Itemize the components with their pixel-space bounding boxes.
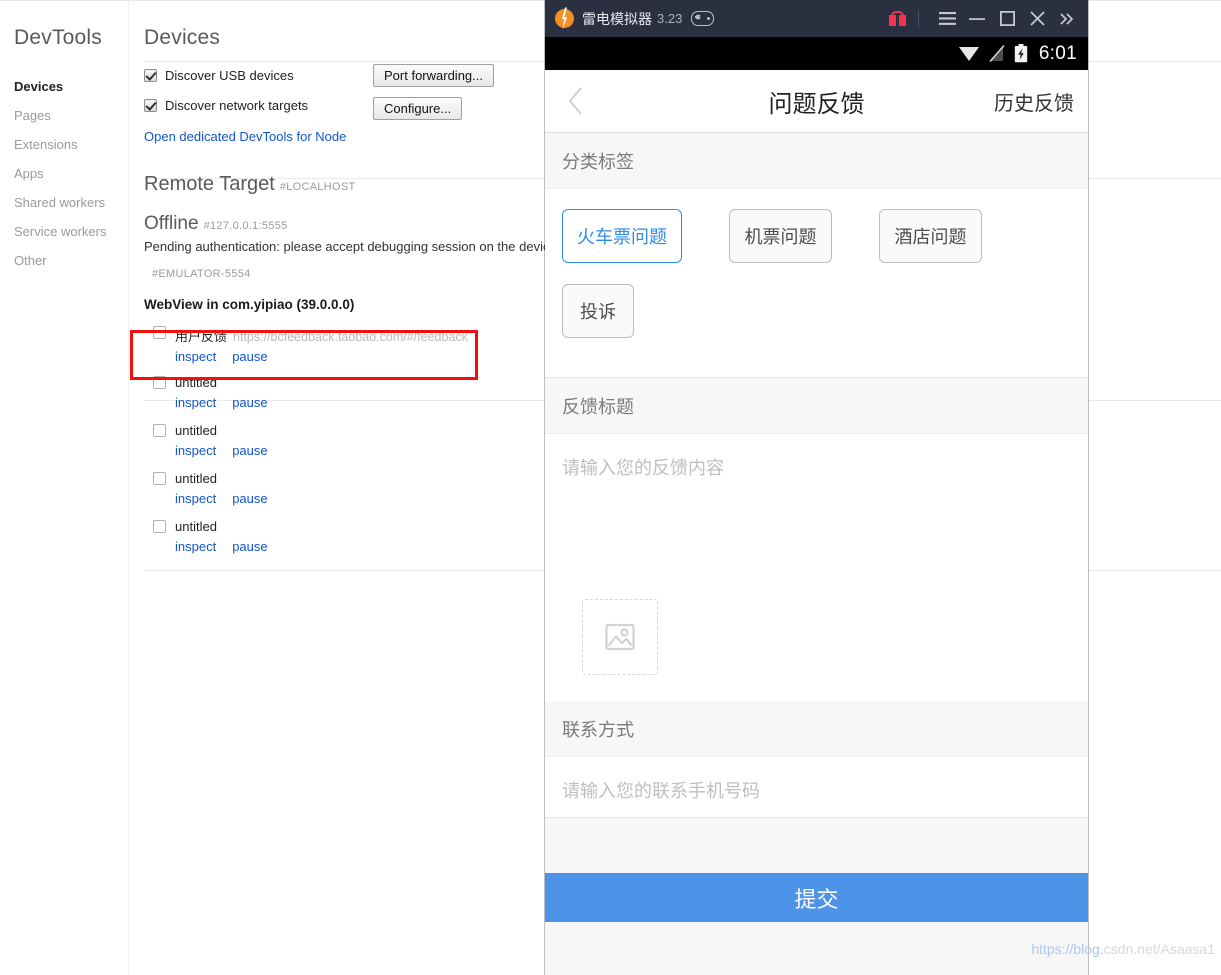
image-upload-zone: [545, 599, 1088, 701]
pause-link[interactable]: pause: [232, 443, 267, 458]
emulator-titlebar: 雷电模拟器 3.23: [545, 0, 1088, 37]
devtools-nav: Devices Pages Extensions Apps Shared wor…: [0, 72, 128, 275]
inspect-link[interactable]: inspect: [175, 395, 216, 410]
target-checkbox[interactable]: [153, 520, 166, 533]
android-status-bar: 6:01: [545, 37, 1088, 70]
hamburger-menu-icon[interactable]: [932, 4, 962, 34]
pause-link[interactable]: pause: [232, 491, 267, 506]
chip-train-ticket[interactable]: 火车票问题: [562, 209, 682, 263]
devtools-logo: DevTools: [14, 26, 102, 49]
history-feedback-link[interactable]: 历史反馈: [994, 87, 1074, 116]
chip-complaint[interactable]: 投诉: [562, 284, 634, 338]
target-url: https://bcfeedback.taobao.com/#/feedback: [233, 330, 468, 344]
inspect-link[interactable]: inspect: [175, 491, 216, 506]
back-chevron-icon[interactable]: [545, 86, 605, 116]
feedback-section-label: 反馈标题: [545, 378, 1088, 434]
category-panel: 火车票问题 机票问题 酒店问题 投诉: [545, 189, 1088, 378]
titlebar-separator: [918, 10, 919, 27]
sidebar-item-shared-workers[interactable]: Shared workers: [0, 188, 128, 217]
image-upload-slot[interactable]: [582, 599, 658, 675]
discover-network-checkbox[interactable]: [144, 98, 157, 112]
app-screen: 问题反馈 历史反馈 分类标签 火车票问题 机票问题 酒店问题 投诉 反馈标题 请…: [545, 70, 1088, 975]
app-header: 问题反馈 历史反馈: [545, 70, 1088, 133]
ldplayer-logo-icon: [555, 9, 574, 28]
inspect-link[interactable]: inspect: [175, 539, 216, 554]
emulator-window: 雷电模拟器 3.23 6:01 问题反馈 历史反馈 分类标签 火车票问题 机票问…: [545, 0, 1088, 975]
inspect-link[interactable]: inspect: [175, 349, 216, 364]
sidebar-item-extensions[interactable]: Extensions: [0, 130, 128, 159]
sidebar-item-apps[interactable]: Apps: [0, 159, 128, 188]
target-name: untitled: [175, 471, 217, 486]
target-name: untitled: [175, 375, 217, 390]
category-section-label: 分类标签: [545, 133, 1088, 189]
target-name: untitled: [175, 519, 217, 534]
category-chip-list: 火车票问题 机票问题 酒店问题 投诉: [545, 189, 1088, 377]
double-chevron-right-icon[interactable]: [1052, 4, 1082, 34]
configure-button[interactable]: Configure...: [373, 97, 463, 120]
bottom-filler: [545, 817, 1088, 873]
remote-target-title: Remote Target: [144, 173, 275, 195]
battery-charging-icon: [1014, 44, 1028, 63]
discover-usb-checkbox[interactable]: [144, 68, 157, 82]
pause-link[interactable]: pause: [232, 539, 267, 554]
target-name: untitled: [175, 423, 217, 438]
image-placeholder-icon: [605, 623, 635, 651]
remote-target-id: #LOCALHOST: [279, 181, 356, 193]
sidebar-item-pages[interactable]: Pages: [0, 101, 128, 130]
target-checkbox[interactable]: [153, 424, 166, 437]
sidebar-item-devices[interactable]: Devices: [0, 72, 128, 101]
offline-title: Offline: [144, 213, 199, 234]
minimize-icon[interactable]: [962, 4, 992, 34]
offline-id: #127.0.0.1:5555: [203, 220, 288, 232]
target-checkbox[interactable]: [153, 326, 166, 339]
inspect-link[interactable]: inspect: [175, 443, 216, 458]
sidebar-divider: [128, 0, 129, 975]
pause-link[interactable]: pause: [232, 395, 267, 410]
maximize-icon[interactable]: [992, 4, 1022, 34]
close-icon[interactable]: [1022, 4, 1052, 34]
gamepad-icon[interactable]: [691, 11, 715, 26]
gift-icon[interactable]: [889, 11, 906, 26]
sidebar-item-service-workers[interactable]: Service workers: [0, 217, 128, 246]
chip-hotel[interactable]: 酒店问题: [879, 209, 982, 263]
feedback-content-input[interactable]: 请输入您的反馈内容: [545, 434, 1088, 599]
status-time: 6:01: [1038, 42, 1077, 64]
discover-network-label: Discover network targets: [165, 97, 309, 113]
sidebar-item-other[interactable]: Other: [0, 246, 128, 275]
chip-flight-ticket[interactable]: 机票问题: [729, 209, 832, 263]
target-checkbox[interactable]: [153, 376, 166, 389]
wifi-icon: [958, 45, 980, 62]
contact-section-label: 联系方式: [545, 701, 1088, 757]
target-checkbox[interactable]: [153, 472, 166, 485]
port-forwarding-button[interactable]: Port forwarding...: [373, 64, 494, 87]
contact-phone-input[interactable]: 请输入您的联系手机号码: [545, 757, 1088, 817]
pause-link[interactable]: pause: [232, 349, 267, 364]
discover-usb-label: Discover USB devices: [165, 67, 294, 83]
devtools-sidebar: DevTools Devices Pages Extensions Apps S…: [0, 0, 128, 275]
target-name: 用户反馈: [175, 329, 228, 344]
emulator-title: 雷电模拟器: [582, 11, 652, 28]
emulator-version: 3.23: [657, 11, 683, 26]
open-node-devtools-link[interactable]: Open dedicated DevTools for Node: [144, 129, 346, 144]
submit-button[interactable]: 提交: [545, 873, 1088, 922]
signal-off-icon: [989, 45, 1005, 62]
